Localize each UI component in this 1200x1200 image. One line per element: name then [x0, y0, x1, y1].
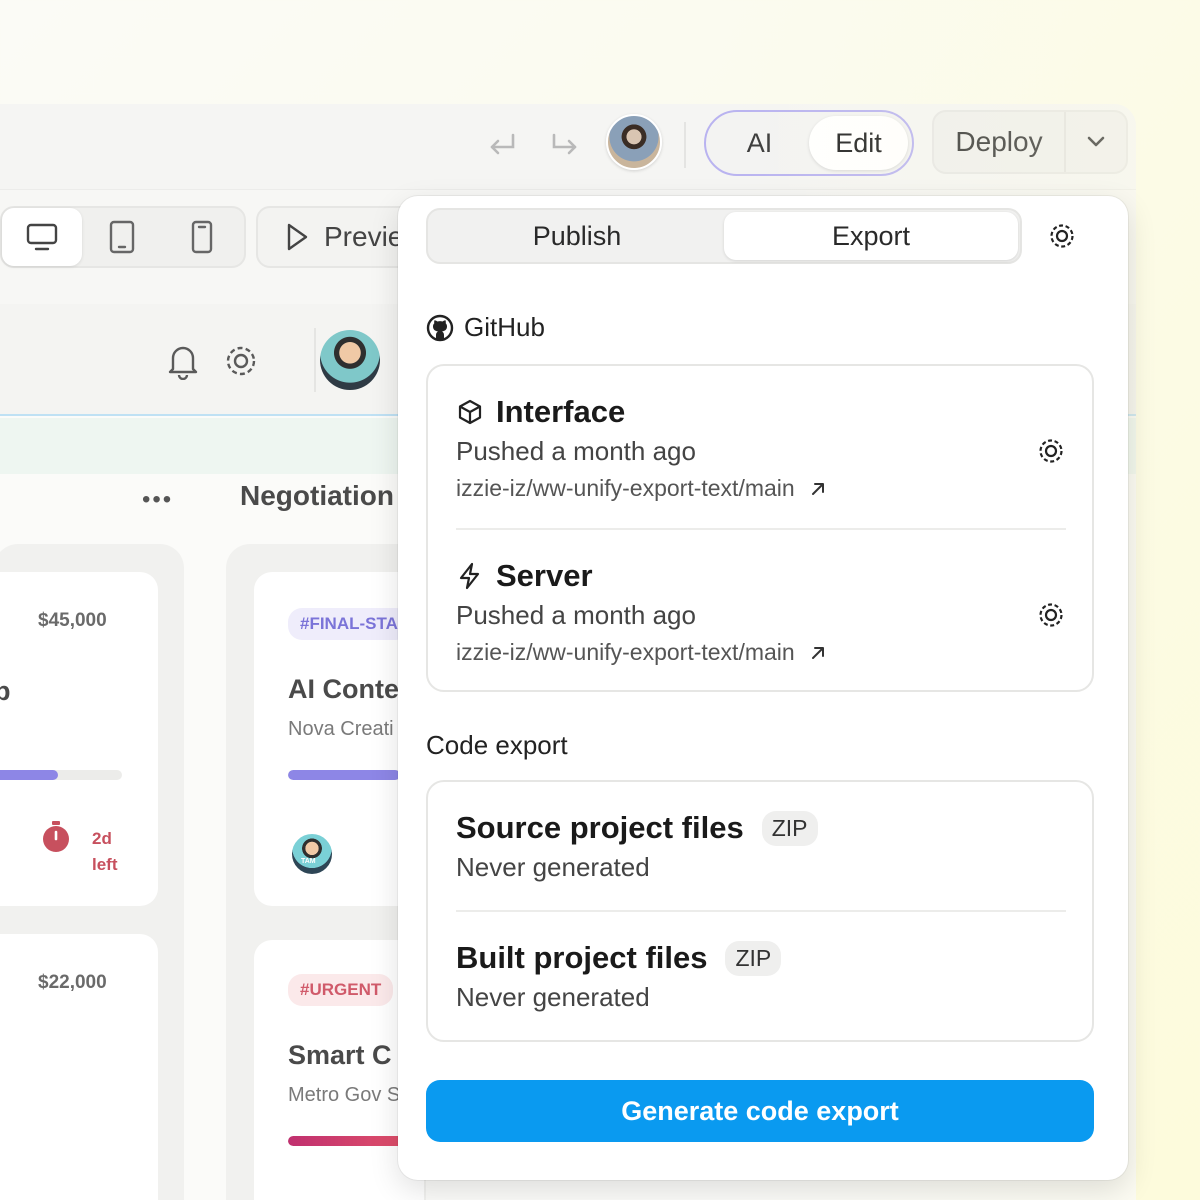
deal-title: p: [0, 676, 11, 706]
external-link-icon: [811, 482, 824, 495]
repo-name: Server: [496, 558, 593, 593]
avatar-initials: TAM: [301, 858, 316, 865]
due-time: 2d left: [92, 826, 118, 878]
assignee-avatar[interactable]: TAM: [290, 832, 334, 876]
tablet-icon: [109, 220, 135, 254]
zip-badge: ZIP: [725, 940, 782, 976]
export-status: Never generated: [456, 852, 650, 882]
deal-card[interactable]: $22,000: [0, 934, 158, 1200]
user-avatar[interactable]: [320, 330, 380, 390]
github-repos-card: Interface Pushed a month ago izzie-iz/ww…: [426, 364, 1094, 692]
external-link-icon: [811, 646, 824, 659]
export-name: Built project files: [456, 940, 708, 975]
code-export-section-label: Code export: [426, 730, 568, 761]
top-toolbar: AI Edit Deploy: [0, 104, 1136, 190]
repo-row-server[interactable]: Server Pushed a month ago izzie-iz/ww-un…: [456, 558, 1066, 666]
deal-title: Smart C: [288, 1040, 392, 1070]
code-export-card: Source project files ZIP Never generated…: [426, 780, 1094, 1042]
deal-title: AI Conte: [288, 674, 399, 704]
play-icon: [287, 223, 308, 251]
column-title: Negotiation: [240, 480, 394, 511]
mobile-icon: [191, 220, 213, 254]
bell-icon[interactable]: [166, 342, 200, 380]
redo-icon: [552, 133, 577, 155]
deal-value: $22,000: [38, 972, 107, 993]
undo-button[interactable]: [482, 126, 522, 166]
tab-publish[interactable]: Publish: [430, 212, 724, 260]
publish-export-tabs: Publish Export: [426, 208, 1022, 264]
tablet-view-button[interactable]: [82, 208, 162, 266]
gear-icon[interactable]: [222, 342, 260, 380]
deploy-group: Deploy: [932, 110, 1128, 174]
toolbar-divider: [684, 122, 686, 168]
due-value: 2d: [92, 829, 112, 848]
timer-icon: [43, 821, 69, 852]
mode-edit[interactable]: Edit: [809, 116, 908, 170]
deploy-menu-button[interactable]: [1066, 112, 1126, 172]
preview-label: Previe: [324, 221, 404, 252]
bolt-icon: [459, 562, 480, 590]
github-icon: [426, 314, 454, 341]
gear-icon: [1050, 224, 1074, 248]
export-name: Source project files: [456, 810, 744, 845]
repo-name: Interface: [496, 394, 626, 429]
deal-tag: #FINAL-STA: [288, 608, 410, 640]
deal-value: $45,000: [38, 610, 107, 631]
undo-icon: [490, 133, 515, 155]
deploy-popover: Publish Export GitHub Interface Pushed a…: [398, 196, 1128, 1180]
gear-icon[interactable]: [1036, 436, 1066, 466]
repo-link[interactable]: izzie-iz/ww-unify-export-text/main: [456, 639, 1066, 666]
mode-ai[interactable]: AI: [710, 116, 809, 170]
deal-card[interactable]: $45,000 p 2d left: [0, 572, 158, 906]
device-switcher: [0, 206, 246, 268]
zip-badge: ZIP: [761, 810, 818, 846]
deal-tag: #URGENT: [288, 974, 394, 1006]
row-divider: [456, 910, 1066, 912]
redo-button[interactable]: [545, 126, 585, 166]
row-divider: [456, 528, 1066, 530]
desktop-view-button[interactable]: [2, 208, 82, 266]
export-status: Never generated: [456, 982, 650, 1012]
mobile-view-button[interactable]: [162, 208, 242, 266]
due-unit: left: [92, 855, 118, 874]
collaborator-avatar[interactable]: [606, 114, 662, 170]
desktop-icon: [26, 223, 58, 251]
popover-settings-button[interactable]: [1044, 218, 1080, 254]
generate-code-export-button[interactable]: Generate code export: [426, 1080, 1094, 1142]
export-row-source[interactable]: Source project files ZIP Never generated: [456, 810, 1066, 883]
repo-status: Pushed a month ago: [456, 436, 696, 466]
repo-link-text: izzie-iz/ww-unify-export-text/main: [456, 475, 795, 501]
code-export-label: Code export: [426, 730, 568, 760]
chevron-down-icon: [1087, 136, 1105, 147]
deploy-button[interactable]: Deploy: [934, 112, 1066, 172]
header-divider: [314, 328, 316, 392]
more-options-icon[interactable]: •••: [142, 486, 173, 514]
cube-icon: [458, 399, 482, 425]
github-label: GitHub: [464, 312, 545, 342]
tab-export[interactable]: Export: [724, 212, 1018, 260]
export-row-built[interactable]: Built project files ZIP Never generated: [456, 940, 1066, 1013]
company-name: Nova Creati: [288, 718, 394, 740]
repo-row-interface[interactable]: Interface Pushed a month ago izzie-iz/ww…: [456, 394, 1066, 502]
repo-link[interactable]: izzie-iz/ww-unify-export-text/main: [456, 475, 1066, 502]
mode-toggle[interactable]: AI Edit: [704, 110, 914, 176]
repo-status: Pushed a month ago: [456, 600, 696, 630]
github-section-label: GitHub: [426, 312, 545, 343]
company-name: Metro Gov S: [288, 1084, 401, 1106]
repo-link-text: izzie-iz/ww-unify-export-text/main: [456, 639, 795, 665]
gear-icon[interactable]: [1036, 600, 1066, 630]
deal-progress: [0, 770, 122, 780]
